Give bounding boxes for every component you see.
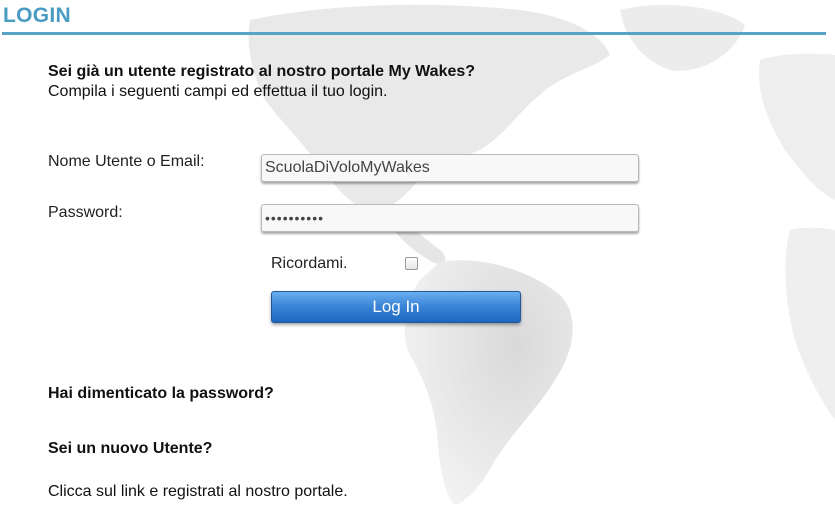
title-divider (2, 32, 826, 35)
login-page: LOGIN Sei già un utente registrato al no… (0, 0, 835, 531)
registered-user-question: Sei già un utente registrato al nostro p… (48, 63, 476, 80)
username-field[interactable] (261, 154, 639, 182)
username-label: Nome Utente o Email: (48, 153, 205, 170)
remember-me-label: Ricordami. (271, 255, 348, 272)
forgot-password-link[interactable]: Hai dimenticato la password? (48, 385, 274, 403)
login-instruction: Compila i seguenti campi ed effettua il … (48, 83, 388, 100)
register-link-text[interactable]: Clicca sul link e registrati al nostro p… (48, 483, 348, 501)
page-title: LOGIN (3, 4, 71, 27)
remember-me-checkbox[interactable] (405, 257, 418, 270)
password-field[interactable] (261, 204, 639, 232)
new-user-heading: Sei un nuovo Utente? (48, 440, 213, 457)
password-label: Password: (48, 204, 123, 221)
login-button[interactable]: Log In (271, 291, 521, 323)
